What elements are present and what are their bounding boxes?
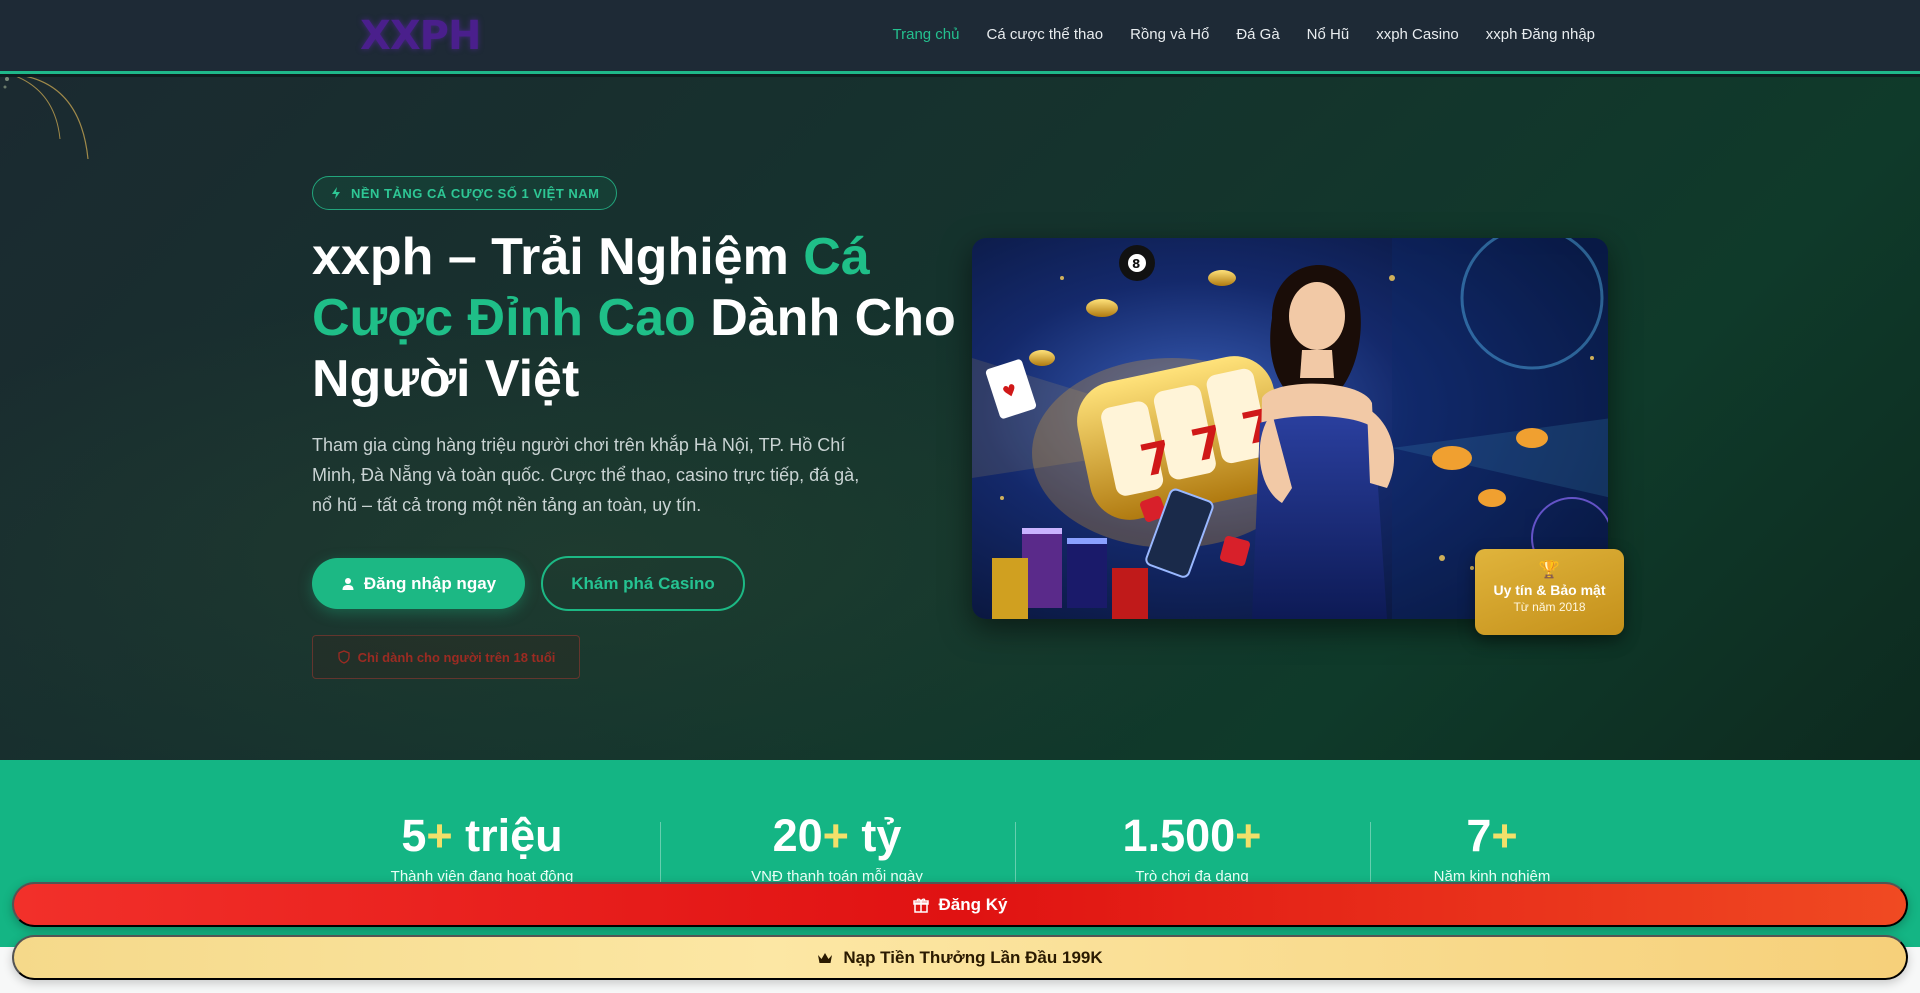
stat-divider bbox=[1015, 822, 1016, 887]
trust-badge-subtitle: Từ năm 2018 bbox=[1513, 600, 1586, 614]
stat-members: 5+ triệu Thành viên đang hoạt động bbox=[382, 810, 582, 885]
explore-casino-button[interactable]: Khám phá Casino bbox=[541, 556, 745, 611]
gift-icon bbox=[912, 897, 929, 913]
stat-suffix: tỷ bbox=[848, 810, 902, 861]
hero-description: Tham gia cùng hàng triệu người chơi trên… bbox=[312, 435, 860, 515]
age-notice-text: Chỉ dành cho người trên 18 tuổi bbox=[357, 649, 556, 665]
stat-divider bbox=[1370, 822, 1371, 887]
nav-item-casino[interactable]: xxph Casino bbox=[1376, 25, 1459, 45]
nav-item-login[interactable]: xxph Đăng nhập bbox=[1486, 25, 1595, 45]
trust-badge: 🏆 Uy tín & Bảo mật Từ năm 2018 bbox=[1475, 549, 1624, 635]
user-icon bbox=[342, 577, 354, 590]
explore-casino-label: Khám phá Casino bbox=[571, 573, 715, 593]
register-button[interactable]: Đăng Ký bbox=[12, 882, 1908, 927]
shield-icon bbox=[337, 650, 350, 664]
badge-text: NỀN TẢNG CÁ CƯỢC SỐ 1 VIỆT NAM bbox=[351, 185, 600, 201]
stat-games: 1.500+ Trò chơi đa dạng bbox=[1092, 810, 1292, 885]
register-label: Đăng Ký bbox=[938, 894, 1008, 914]
login-now-button[interactable]: Đăng nhập ngay bbox=[312, 558, 525, 609]
stat-value: 5 bbox=[401, 810, 427, 861]
age-notice: Chỉ dành cho người trên 18 tuổi bbox=[312, 635, 580, 679]
main-nav: Trang chủ Cá cược thể thao Rồng và Hổ Đá… bbox=[893, 25, 1596, 45]
deposit-bonus-label: Nạp Tiền Thưởng Lần Đầu 199K bbox=[843, 947, 1103, 967]
nav-item-cockfight[interactable]: Đá Gà bbox=[1236, 25, 1279, 45]
stat-experience: 7+ Năm kinh nghiệm bbox=[1392, 810, 1592, 885]
stat-divider bbox=[660, 822, 661, 887]
hero-section: NỀN TẢNG CÁ CƯỢC SỐ 1 VIỆT NAM xxph – Tr… bbox=[0, 77, 1920, 760]
stat-plus: + bbox=[1491, 810, 1518, 861]
deposit-bonus-button[interactable]: Nạp Tiền Thưởng Lần Đầu 199K bbox=[12, 935, 1908, 980]
svg-text:8: 8 bbox=[1132, 257, 1140, 271]
stat-plus: + bbox=[1235, 810, 1262, 861]
stat-value: 7 bbox=[1466, 810, 1492, 861]
site-header: XXPH Trang chủ Cá cược thể thao Rồng và … bbox=[0, 0, 1920, 74]
trophy-icon: 🏆 bbox=[1538, 560, 1561, 579]
nav-item-slots[interactable]: Nổ Hũ bbox=[1307, 25, 1350, 45]
login-now-label: Đăng nhập ngay bbox=[363, 573, 497, 593]
stat-value: 1.500 bbox=[1122, 810, 1236, 861]
nav-item-dragon-tiger[interactable]: Rồng và Hổ bbox=[1130, 25, 1209, 45]
nav-item-sports[interactable]: Cá cược thể thao bbox=[986, 25, 1103, 45]
site-logo[interactable]: XXPH bbox=[360, 14, 481, 58]
crown-icon bbox=[818, 952, 833, 963]
stat-payout: 20+ tỷ VNĐ thanh toán mỗi ngày bbox=[737, 810, 937, 885]
stat-plus: + bbox=[426, 810, 453, 861]
stat-value: 20 bbox=[772, 810, 823, 861]
hero-title: xxph – Trải Nghiệm Cá Cược Đỉnh Cao Dành… bbox=[312, 227, 962, 410]
decorative-arc bbox=[3, 77, 89, 160]
bolt-icon bbox=[332, 187, 340, 199]
title-part-1: xxph – Trải Nghiệm bbox=[312, 228, 804, 286]
platform-badge: NỀN TẢNG CÁ CƯỢC SỐ 1 VIỆT NAM bbox=[312, 176, 617, 210]
trust-badge-title: Uy tín & Bảo mật bbox=[1493, 582, 1606, 598]
stat-plus: + bbox=[822, 810, 849, 861]
stat-suffix: triệu bbox=[452, 810, 563, 861]
nav-item-home[interactable]: Trang chủ bbox=[893, 25, 960, 45]
